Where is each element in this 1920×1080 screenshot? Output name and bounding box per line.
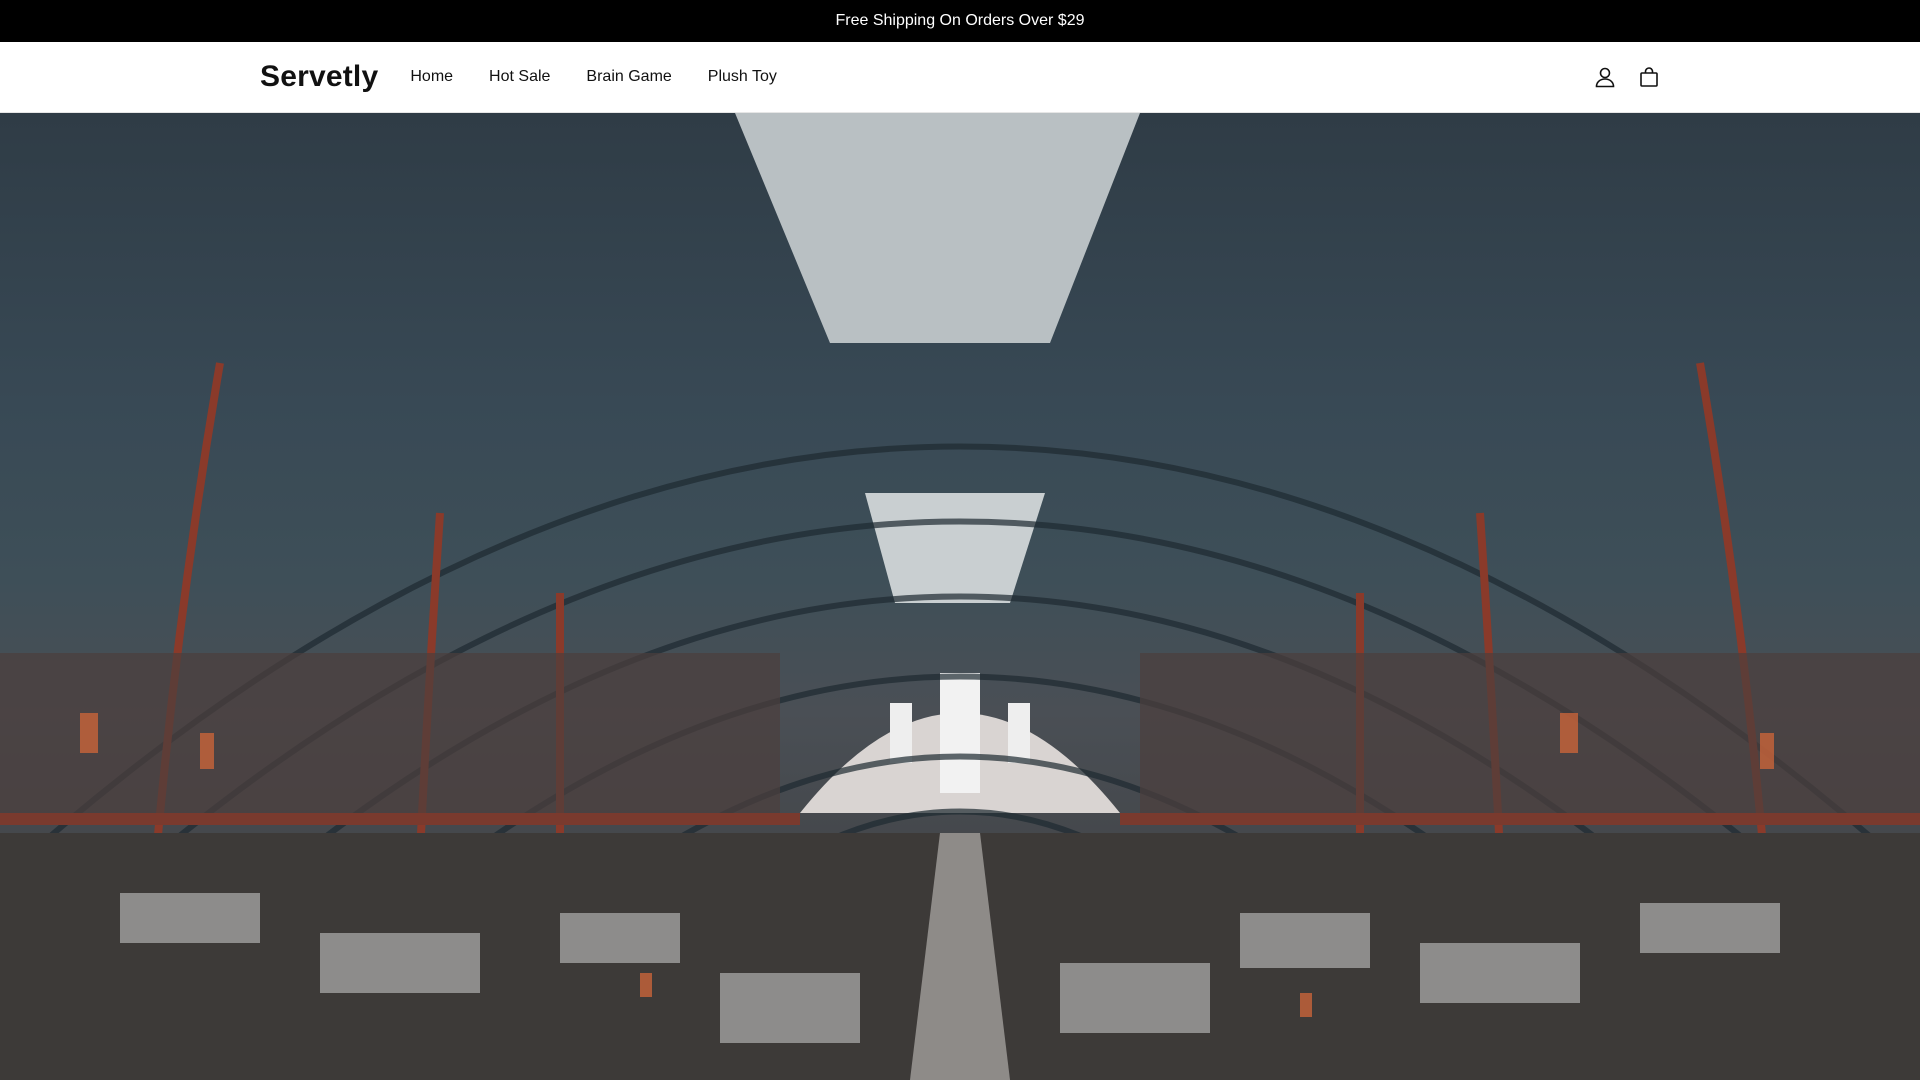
site-header: Servetly Home Hot Sale Brain Game Plush … — [0, 42, 1920, 113]
main-nav: Home Hot Sale Brain Game Plush Toy — [410, 68, 777, 86]
site-logo[interactable]: Servetly — [260, 60, 378, 94]
nav-link-plush-toy[interactable]: Plush Toy — [708, 68, 777, 86]
announcement-text: Free Shipping On Orders Over $29 — [835, 12, 1085, 29]
hero-image — [0, 113, 1920, 1080]
account-icon[interactable] — [1594, 66, 1616, 88]
cart-icon[interactable] — [1638, 66, 1660, 88]
nav-link-hot-sale[interactable]: Hot Sale — [489, 68, 550, 86]
nav-link-brain-game[interactable]: Brain Game — [586, 68, 671, 86]
announcement-bar: Free Shipping On Orders Over $29 — [0, 0, 1920, 42]
nav-link-home[interactable]: Home — [410, 68, 453, 86]
hero-banner — [0, 113, 1920, 1080]
